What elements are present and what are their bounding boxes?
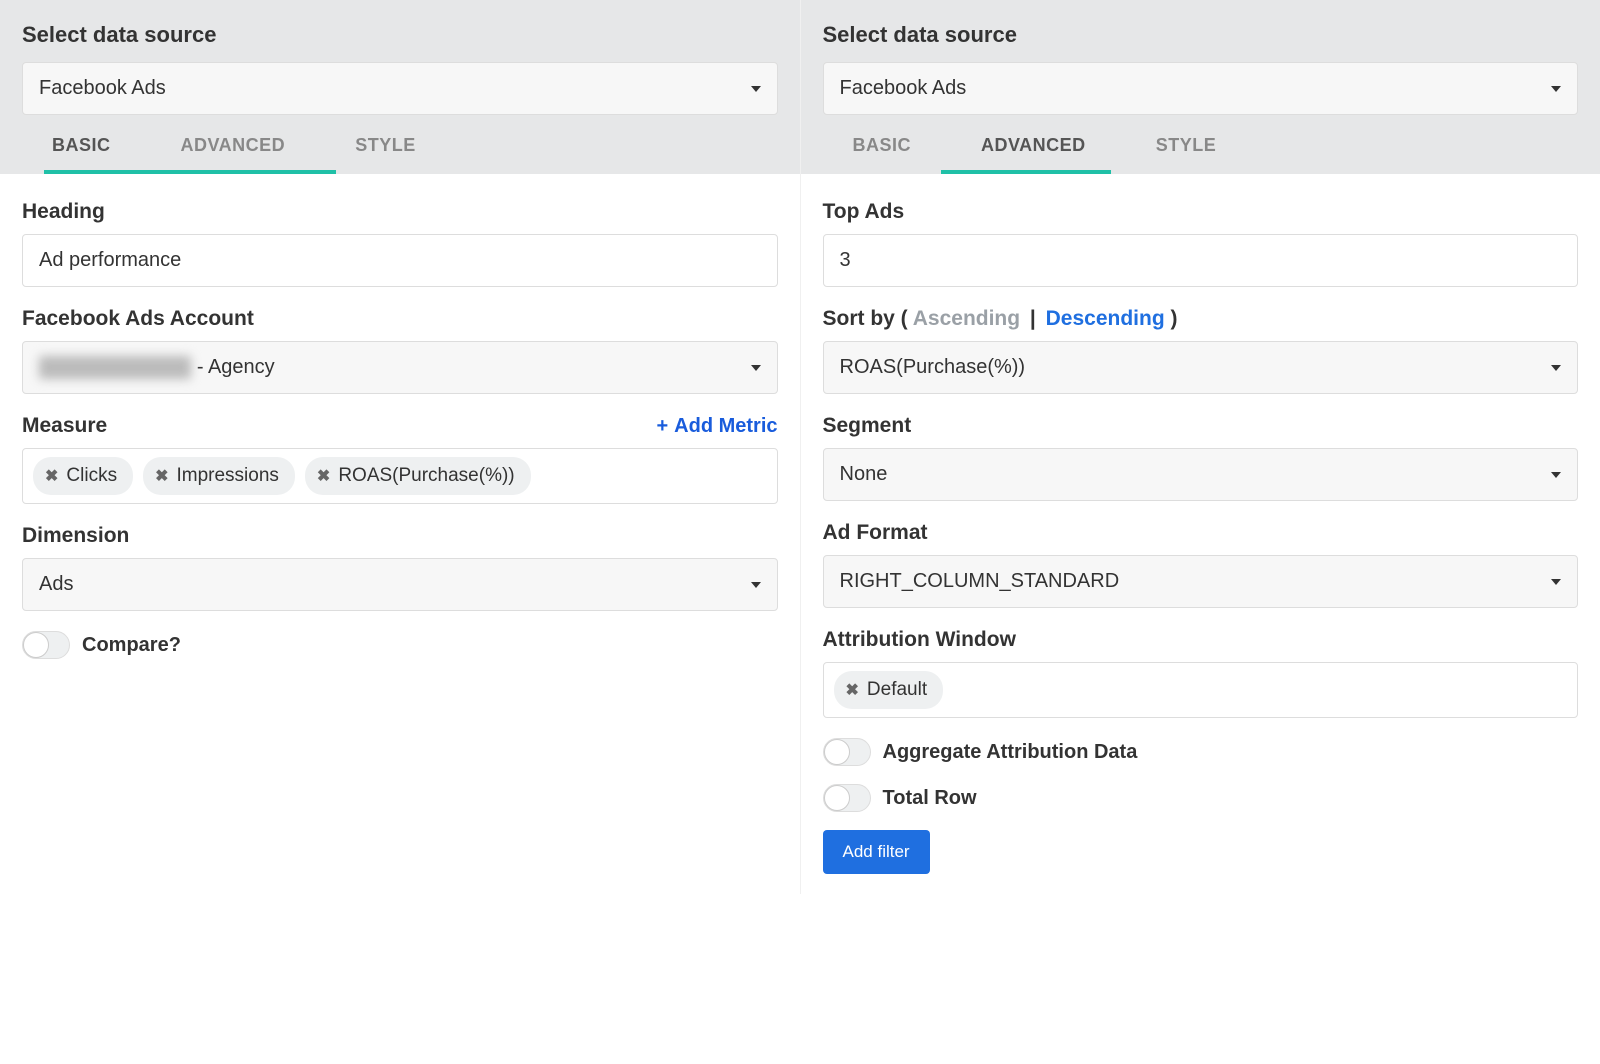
top-ads-label: Top Ads [823, 200, 1579, 224]
tab-advanced[interactable]: ADVANCED [181, 135, 286, 174]
total-row-label: Total Row [883, 787, 977, 810]
add-filter-button[interactable]: Add filter [823, 830, 930, 874]
header-band-right: Select data source Facebook Ads BASIC AD… [801, 0, 1600, 174]
select-data-source-label: Select data source [22, 22, 778, 48]
body-left: Heading Facebook Ads Account XXXX XXXXXX… [0, 174, 800, 697]
sort-ascending[interactable]: Ascending [913, 307, 1020, 330]
aggregate-toggle[interactable] [823, 738, 871, 766]
tab-underline [44, 170, 336, 174]
tab-advanced[interactable]: ADVANCED [981, 135, 1086, 174]
dimension-value: Ads [39, 573, 73, 596]
tab-basic[interactable]: BASIC [52, 135, 111, 174]
measure-chips[interactable]: ✖ Clicks ✖ Impressions ✖ ROAS(Purchase(%… [22, 448, 778, 504]
ad-format-label: Ad Format [823, 521, 1579, 545]
close-icon[interactable]: ✖ [317, 466, 330, 486]
segment-value: None [840, 463, 888, 486]
chevron-down-icon [1551, 86, 1561, 92]
tabs-left: BASIC ADVANCED STYLE [22, 115, 778, 174]
tab-underline [941, 170, 1111, 174]
segment-select[interactable]: None [823, 448, 1579, 501]
account-select[interactable]: XXXX XXXXXXX - Agency [22, 341, 778, 394]
total-row-toggle[interactable] [823, 784, 871, 812]
sort-by-value: ROAS(Purchase(%)) [840, 356, 1026, 379]
ad-format-value: RIGHT_COLUMN_STANDARD [840, 570, 1120, 593]
sort-by-label: Sort by ( Ascending | Descending ) [823, 307, 1579, 331]
field-attribution-window: Attribution Window ✖ Default [823, 628, 1579, 718]
top-ads-input[interactable] [823, 234, 1579, 287]
field-measure: Measure + Add Metric ✖ Clicks ✖ Impressi… [22, 414, 778, 504]
tab-style[interactable]: STYLE [1156, 135, 1217, 174]
measure-label: Measure [22, 414, 107, 438]
field-dimension: Dimension Ads [22, 524, 778, 611]
chevron-down-icon [751, 365, 761, 371]
plus-icon: + [656, 415, 668, 438]
account-value: XXXX XXXXXXX - Agency [39, 356, 275, 379]
add-metric-button[interactable]: + Add Metric [656, 415, 777, 438]
attribution-chip[interactable]: ✖ Default [834, 671, 944, 709]
tab-basic[interactable]: BASIC [853, 135, 912, 174]
field-segment: Segment None [823, 414, 1579, 501]
panel-basic: Select data source Facebook Ads BASIC AD… [0, 0, 801, 894]
account-label: Facebook Ads Account [22, 307, 778, 331]
attribution-chips[interactable]: ✖ Default [823, 662, 1579, 718]
field-top-ads: Top Ads [823, 200, 1579, 287]
total-row-toggle-row: Total Row [823, 784, 1579, 812]
tab-style[interactable]: STYLE [355, 135, 416, 174]
field-ad-format: Ad Format RIGHT_COLUMN_STANDARD [823, 521, 1579, 608]
compare-label: Compare? [82, 634, 181, 657]
close-icon[interactable]: ✖ [155, 466, 168, 486]
data-source-value: Facebook Ads [39, 77, 166, 100]
dimension-label: Dimension [22, 524, 778, 548]
redacted-text: XXXX XXXXXXX [39, 356, 191, 379]
sort-by-select[interactable]: ROAS(Purchase(%)) [823, 341, 1579, 394]
chevron-down-icon [1551, 472, 1561, 478]
compare-toggle[interactable] [22, 631, 70, 659]
chevron-down-icon [751, 582, 761, 588]
heading-label: Heading [22, 200, 778, 224]
sort-descending[interactable]: Descending [1046, 307, 1165, 330]
attribution-window-label: Attribution Window [823, 628, 1579, 652]
compare-toggle-row: Compare? [22, 631, 778, 659]
body-right: Top Ads Sort by ( Ascending | Descending… [801, 174, 1600, 894]
panel-advanced: Select data source Facebook Ads BASIC AD… [801, 0, 1600, 894]
chip-label: Default [867, 679, 927, 701]
add-metric-label: Add Metric [674, 415, 777, 438]
aggregate-label: Aggregate Attribution Data [883, 741, 1138, 764]
heading-input[interactable] [22, 234, 778, 287]
chevron-down-icon [1551, 365, 1561, 371]
chip-label: Impressions [176, 465, 278, 487]
chip-label: Clicks [66, 465, 117, 487]
field-account: Facebook Ads Account XXXX XXXXXXX - Agen… [22, 307, 778, 394]
aggregate-toggle-row: Aggregate Attribution Data [823, 738, 1579, 766]
panels-container: Select data source Facebook Ads BASIC AD… [0, 0, 1600, 894]
dimension-select[interactable]: Ads [22, 558, 778, 611]
data-source-value: Facebook Ads [840, 77, 967, 100]
close-icon[interactable]: ✖ [45, 466, 58, 486]
chip-label: ROAS(Purchase(%)) [338, 465, 514, 487]
measure-chip[interactable]: ✖ Impressions [143, 457, 295, 495]
tabs-right: BASIC ADVANCED STYLE [823, 115, 1579, 174]
select-data-source-label: Select data source [823, 22, 1579, 48]
measure-chip[interactable]: ✖ Clicks [33, 457, 133, 495]
field-sort-by: Sort by ( Ascending | Descending ) ROAS(… [823, 307, 1579, 394]
chevron-down-icon [751, 86, 761, 92]
field-heading: Heading [22, 200, 778, 287]
data-source-select[interactable]: Facebook Ads [823, 62, 1579, 115]
measure-chip[interactable]: ✖ ROAS(Purchase(%)) [305, 457, 531, 495]
chevron-down-icon [1551, 579, 1561, 585]
ad-format-select[interactable]: RIGHT_COLUMN_STANDARD [823, 555, 1579, 608]
close-icon[interactable]: ✖ [846, 680, 859, 700]
header-band-left: Select data source Facebook Ads BASIC AD… [0, 0, 800, 174]
data-source-select[interactable]: Facebook Ads [22, 62, 778, 115]
segment-label: Segment [823, 414, 1579, 438]
